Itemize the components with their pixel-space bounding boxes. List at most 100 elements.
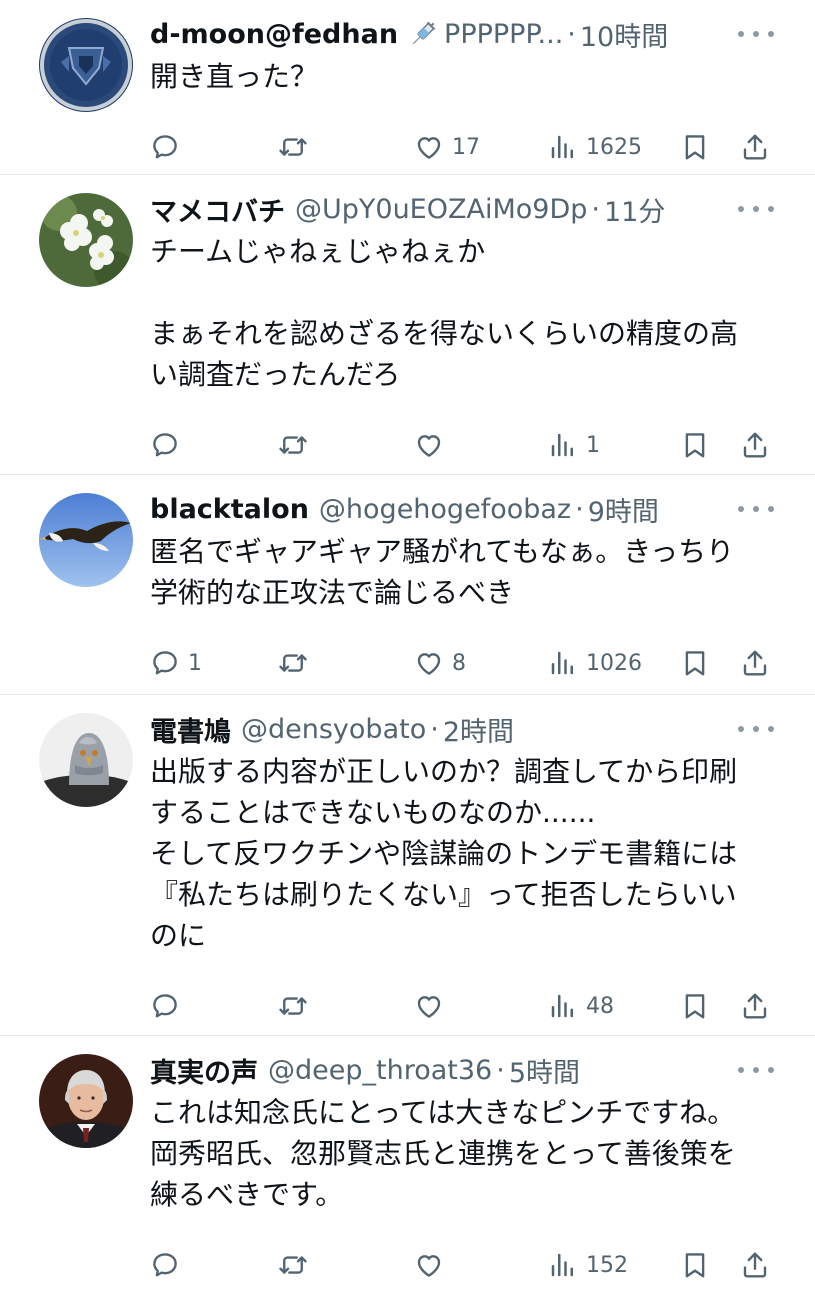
action-bar: 48 [0,986,815,1026]
bookmark-button[interactable] [680,425,710,465]
more-options-button[interactable] [738,1060,774,1080]
more-options-button[interactable] [738,24,774,44]
post-text-line: のに [150,919,207,952]
reply-icon [150,991,180,1021]
display-name[interactable]: 真実の声 [150,1051,258,1090]
repost-icon [278,430,308,460]
views-button[interactable]: 1625 [548,127,642,167]
post-text-line: 出版する内容が正しいのか？調査してから印刷 [150,755,738,788]
display-name[interactable]: マメコバチ [150,190,285,229]
bookmark-button[interactable] [680,643,710,683]
more-dot-icon [768,206,774,212]
like-button[interactable] [414,425,452,465]
post-divider [0,694,815,695]
display-name[interactable]: d-moon@fedhan [150,19,398,50]
post-text-line: 学術的な正攻法で論じるべき [150,576,515,609]
more-dot-icon [768,726,774,732]
repost-button[interactable] [278,986,316,1026]
views-button[interactable]: 48 [548,986,614,1026]
avatar[interactable] [39,18,133,112]
reply-button[interactable] [150,127,188,167]
reply-icon [150,430,180,460]
post[interactable]: d-moon@fedhan PPPPPP... · 10時間開き直った？ 17 1625 [0,0,815,177]
post-text-line: 『私たちは刷りたくない』って拒否したらいい [150,878,737,911]
post-text: 出版する内容が正しいのか？調査してから印刷 することはできないものなのか.....… [150,751,790,956]
more-dot-icon [768,506,774,512]
post[interactable]: 真実の声 @deep_throat36 · 5時間 これは知念氏にとっては大きなピンチで… [0,1036,815,1295]
reply-button[interactable]: 1 [150,643,202,683]
repost-button[interactable] [278,1245,316,1285]
repost-button[interactable] [278,425,316,465]
heart-icon [414,430,444,460]
post[interactable]: マメコバチ @UpY0uEOZAiMo9Dp · 11分 チームじゃねぇじゃねぇか まぁそ… [0,175,815,475]
views-chart-icon [548,991,578,1021]
views-button[interactable]: 152 [548,1245,628,1285]
post-text: これは知念氏にとっては大きなピンチですね。 岡秀昭氏、忽那賢志氏と連携をとって善後… [150,1092,790,1215]
views-button[interactable]: 1 [548,425,600,465]
post-time[interactable]: 9時間 [588,490,659,529]
avatar[interactable] [39,1054,133,1148]
bookmark-button[interactable] [680,986,710,1026]
display-name[interactable]: blacktalon [150,494,309,525]
avatar[interactable] [39,193,133,287]
display-name[interactable]: 電書鳩 [150,710,231,749]
share-icon [740,132,770,162]
post-text: チームじゃねぇじゃねぇか まぁそれを認めざるを得ないくらいの精度の高 い調査だったん… [150,231,790,395]
share-button[interactable] [740,127,770,167]
view-count: 1 [586,432,600,458]
post-text: 開き直った？ [150,56,790,97]
post-header: マメコバチ @UpY0uEOZAiMo9Dp · 11分 [150,189,665,229]
bookmark-icon [680,648,710,678]
reply-icon [150,132,180,162]
post[interactable]: blacktalon @hogehogefoobaz · 9時間 匿名でギャアギャア騒が… [0,475,815,693]
like-button[interactable]: 17 [414,127,480,167]
heart-icon [414,1250,444,1280]
avatar[interactable] [39,713,133,807]
post-time[interactable]: 10時間 [580,15,668,54]
share-button[interactable] [740,643,770,683]
repost-button[interactable] [278,643,316,683]
repost-button[interactable] [278,127,316,167]
like-button[interactable] [414,1245,452,1285]
user-handle[interactable]: @densyobato [241,714,426,745]
post-time[interactable]: 2時間 [443,710,514,749]
action-bar: 1 [0,425,815,465]
view-count: 48 [586,993,614,1019]
separator-dot: · [567,18,576,50]
share-button[interactable] [740,1245,770,1285]
bookmark-button[interactable] [680,127,710,167]
reply-button[interactable] [150,425,188,465]
post-text-line: 岡秀昭氏、忽那賢志氏と連携をとって善後策を [150,1137,736,1170]
more-options-button[interactable] [738,499,774,519]
repost-icon [278,1250,308,1280]
heart-icon [414,648,444,678]
repost-icon [278,648,308,678]
more-dot-icon [738,206,744,212]
share-button[interactable] [740,425,770,465]
like-button[interactable] [414,986,452,1026]
post-divider [0,474,815,475]
share-button[interactable] [740,986,770,1026]
repost-icon [278,991,308,1021]
post-time[interactable]: 11分 [604,190,665,229]
user-handle[interactable]: @hogehogefoobaz [319,494,571,525]
post-time[interactable]: 5時間 [509,1051,580,1090]
more-options-button[interactable] [738,719,774,739]
views-button[interactable]: 1026 [548,643,642,683]
like-button[interactable]: 8 [414,643,466,683]
action-bar: 152 [0,1245,815,1285]
reply-button[interactable] [150,986,188,1026]
separator-dot: · [496,1054,505,1086]
more-options-button[interactable] [738,199,774,219]
reply-button[interactable] [150,1245,188,1285]
view-count: 1026 [586,650,642,676]
bookmark-button[interactable] [680,1245,710,1285]
user-handle[interactable]: @UpY0uEOZAiMo9Dp [295,194,587,225]
more-dot-icon [753,506,759,512]
post[interactable]: 電書鳩 @densyobato · 2時間 出版する内容が正しいのか？調査してから印刷す… [0,695,815,1036]
user-handle[interactable]: PPPPPP... [444,19,563,50]
views-chart-icon [548,648,578,678]
post-text-line: 開き直った？ [150,60,319,93]
user-handle[interactable]: @deep_throat36 [268,1055,492,1086]
avatar[interactable] [39,493,133,587]
